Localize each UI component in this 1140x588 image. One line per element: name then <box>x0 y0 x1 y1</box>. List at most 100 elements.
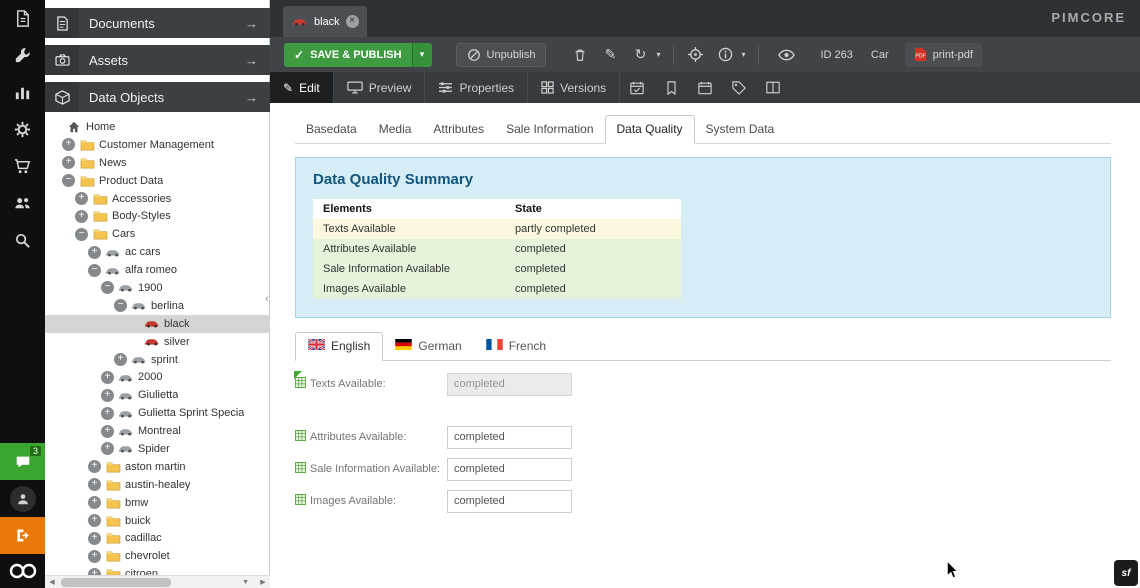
tree-item-gulietta-sprint-specia[interactable]: +Gulietta Sprint Specia <box>45 404 270 422</box>
tree-item-silver[interactable]: silver <box>45 333 270 351</box>
locate-in-tree-button[interactable] <box>683 43 707 67</box>
tab-preview[interactable]: Preview <box>334 72 426 103</box>
expand-icon[interactable]: + <box>88 550 101 563</box>
sidebar-horizontal-scrollbar[interactable]: ◀ ▶ <box>45 575 270 588</box>
tree-item-montreal[interactable]: +Montreal <box>45 422 270 440</box>
scroll-left-icon[interactable]: ◀ <box>45 578 59 586</box>
attributes-available-input[interactable] <box>447 426 572 449</box>
expand-icon[interactable]: + <box>75 192 88 205</box>
bookmark-button[interactable] <box>654 72 688 103</box>
reports-panel-icon[interactable] <box>0 74 45 111</box>
expand-icon[interactable]: + <box>62 138 75 151</box>
tree-item-customer-management[interactable]: +Customer Management <box>45 136 270 154</box>
tree-item-aston-martin[interactable]: +aston martin <box>45 458 270 476</box>
expand-icon[interactable]: + <box>88 568 101 575</box>
tree-item-bmw[interactable]: +bmw <box>45 494 270 512</box>
scroll-right-icon[interactable]: ▶ <box>256 578 270 586</box>
tree-item-citroen[interactable]: +citroen <box>45 565 270 575</box>
tree-item-sprint[interactable]: +sprint <box>45 351 270 369</box>
tree-item-spider[interactable]: +Spider <box>45 440 270 458</box>
info-button[interactable] <box>713 43 737 67</box>
expand-icon[interactable]: + <box>101 407 114 420</box>
sale-information-available-input[interactable] <box>447 458 572 481</box>
close-icon[interactable]: × <box>346 15 359 28</box>
sidebar-section-data-objects[interactable]: Data Objects → <box>45 82 270 112</box>
tree-item-2000[interactable]: +2000 <box>45 368 270 386</box>
tab-basedata[interactable]: Basedata <box>295 116 368 143</box>
profiler-toggle-button[interactable]: sf <box>1114 560 1138 586</box>
sidebar-collapse-handle[interactable]: ‹ <box>263 286 271 312</box>
expand-icon[interactable]: + <box>88 496 101 509</box>
tree-item-ac-cars[interactable]: +ac cars <box>45 243 270 261</box>
expand-icon[interactable]: + <box>88 478 101 491</box>
tab-attributes[interactable]: Attributes <box>422 116 495 143</box>
expand-icon[interactable]: + <box>101 425 114 438</box>
tree-item-product-data[interactable]: −Product Data <box>45 172 270 190</box>
delete-button[interactable] <box>568 43 592 67</box>
tree-item-chevrolet[interactable]: +chevrolet <box>45 547 270 565</box>
tab-black[interactable]: black × <box>283 6 367 37</box>
tree-item-cars[interactable]: −Cars <box>45 225 270 243</box>
tree-item-austin-healey[interactable]: +austin-healey <box>45 476 270 494</box>
print-pdf-button[interactable]: PDF print-pdf <box>905 43 982 67</box>
tools-panel-icon[interactable] <box>0 37 45 74</box>
unpublish-button[interactable]: Unpublish <box>456 43 547 67</box>
expand-icon[interactable]: + <box>62 156 75 169</box>
open-preview-button[interactable] <box>774 43 798 67</box>
expand-icon[interactable]: + <box>88 246 101 259</box>
expand-icon[interactable]: + <box>88 460 101 473</box>
ecommerce-panel-icon[interactable] <box>0 148 45 185</box>
reload-dropdown-button[interactable]: ▾ <box>652 43 664 67</box>
tags-button[interactable] <box>722 72 756 103</box>
expand-icon[interactable]: + <box>114 353 127 366</box>
tree-item-cadillac[interactable]: +cadillac <box>45 529 270 547</box>
tree-item-accessories[interactable]: +Accessories <box>45 190 270 208</box>
expand-icon[interactable]: + <box>88 514 101 527</box>
logout-button[interactable] <box>0 517 45 554</box>
reload-button[interactable]: ↻ <box>628 43 652 67</box>
tab-edit[interactable]: ✎ Edit <box>270 72 334 103</box>
collapse-icon[interactable]: − <box>75 228 88 241</box>
expand-icon[interactable]: + <box>88 532 101 545</box>
collapse-icon[interactable]: − <box>62 174 75 187</box>
images-available-input[interactable] <box>447 490 572 513</box>
expand-icon[interactable]: + <box>75 210 88 223</box>
tab-media[interactable]: Media <box>368 116 423 143</box>
expand-icon[interactable]: + <box>101 389 114 402</box>
collapse-icon[interactable]: − <box>88 264 101 277</box>
search-panel-icon[interactable] <box>0 222 45 259</box>
sidebar-section-documents[interactable]: Documents → <box>45 8 270 38</box>
user-button[interactable] <box>0 480 45 517</box>
documents-panel-icon[interactable] <box>0 0 45 37</box>
tab-properties[interactable]: Properties <box>425 72 528 103</box>
tree-item-berlina[interactable]: −berlina <box>45 297 270 315</box>
scrollbar-thumb[interactable] <box>61 578 171 587</box>
tree-item-black[interactable]: black <box>45 315 270 333</box>
info-dropdown-button[interactable]: ▾ <box>737 43 749 67</box>
sidebar-section-assets[interactable]: Assets → <box>45 45 270 75</box>
layout-button[interactable] <box>756 72 790 103</box>
expand-icon[interactable]: + <box>101 442 114 455</box>
rename-button[interactable]: ✎ <box>598 43 622 67</box>
tree-item-home[interactable]: Home <box>45 118 270 136</box>
scroll-down-icon[interactable]: ▼ <box>242 579 249 586</box>
save-publish-button[interactable]: ✓ SAVE & PUBLISH ▾ <box>284 43 432 67</box>
language-tab-german[interactable]: German <box>383 333 473 360</box>
notes-events-button[interactable] <box>688 72 722 103</box>
collapse-icon[interactable]: − <box>101 281 114 294</box>
tab-sale-information[interactable]: Sale Information <box>495 116 604 143</box>
tree-item-1900[interactable]: −1900 <box>45 279 270 297</box>
tree-item-giulietta[interactable]: +Giulietta <box>45 386 270 404</box>
schedule-button[interactable] <box>620 72 654 103</box>
language-tab-english[interactable]: English <box>295 332 383 361</box>
scrollbar-track[interactable] <box>59 578 256 587</box>
tab-data-quality[interactable]: Data Quality <box>605 115 695 144</box>
tree-item-news[interactable]: +News <box>45 154 270 172</box>
settings-panel-icon[interactable] <box>0 111 45 148</box>
expand-icon[interactable]: + <box>101 371 114 384</box>
texts-available-input[interactable] <box>447 373 572 396</box>
language-tab-french[interactable]: French <box>474 333 558 360</box>
save-dropdown-button[interactable]: ▾ <box>412 43 432 67</box>
customers-panel-icon[interactable] <box>0 185 45 222</box>
tree-item-body-styles[interactable]: +Body-Styles <box>45 207 270 225</box>
